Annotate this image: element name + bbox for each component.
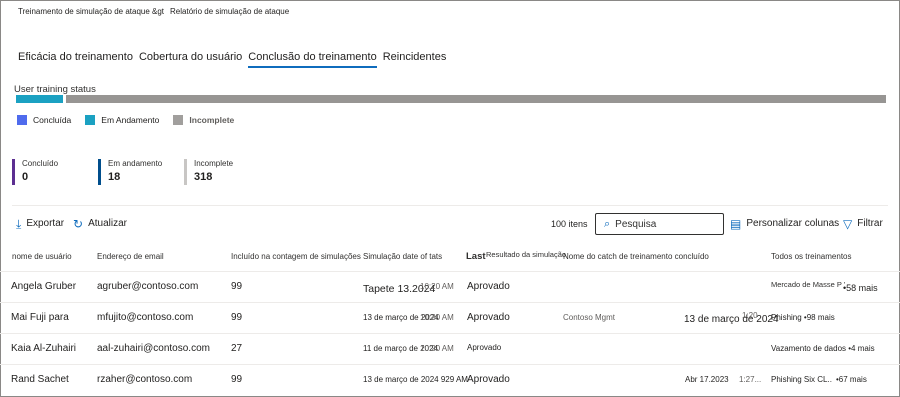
toolbar: ⤓ Exportar ↻ Atualizar 100 itens ⌕ Pesqu… — [0, 212, 900, 238]
cell-email: rzaher@contoso.com — [97, 374, 193, 385]
stat-label: Incomplete — [194, 159, 234, 168]
cell-result: Aprovado — [467, 281, 510, 292]
tab-user-coverage[interactable]: Cobertura do usuário — [139, 51, 242, 68]
customize-columns-label: Personalizar colunas — [746, 218, 840, 229]
stat-value: 18 — [108, 171, 121, 183]
column-header-result[interactable]: Resultado da simulação — [486, 250, 566, 259]
table-row[interactable]: Rand Sachet rzaher@contoso.com 99 13 de … — [0, 364, 900, 394]
cell-email: mfujito@contoso.com — [97, 312, 194, 323]
cell-simulation-date: 13 de março de 2024 929 AM — [363, 375, 468, 384]
stat-in-progress: Em andamento 18 — [98, 159, 170, 185]
cell-completed-date: 13 de março de 2024 — [684, 314, 779, 325]
bar-segment-incomplete — [66, 95, 886, 103]
legend-item-incomplete[interactable]: Incomplete — [173, 115, 234, 125]
legend-label: Em Andamento — [101, 115, 160, 125]
cell-simulation-time: 10:20 AM — [420, 344, 454, 353]
table-row[interactable]: Angela Gruber agruber@contoso.com 99 Tap… — [0, 271, 900, 301]
cell-result: Aprovado — [467, 312, 510, 323]
divider — [12, 205, 888, 206]
columns-icon: ▤ — [730, 216, 742, 231]
status-summary: Concluído 0 Em andamento 18 Incomplete 3… — [12, 159, 268, 185]
customize-columns-button[interactable]: ▤ Personalizar colunas — [730, 216, 840, 231]
breadcrumb-current: Relatório de simulação de ataque — [170, 7, 290, 16]
section-title: User training status — [14, 84, 96, 95]
search-input[interactable]: ⌕ Pesquisa — [595, 213, 724, 235]
legend-swatch — [85, 115, 96, 125]
table-header: nome de usuário Endereço de email Incluí… — [0, 248, 900, 270]
tab-training-efficacy[interactable]: Eficácia do treinamento — [18, 51, 133, 68]
stat-completed: Concluído 0 — [12, 159, 84, 185]
stat-label: Concluído — [22, 159, 59, 168]
cell-completed-time: 1:27... — [739, 375, 762, 384]
bar-segment-in-progress — [16, 95, 63, 103]
download-icon: ⤓ — [16, 216, 22, 231]
cell-all-trainings: Phishing •98 mais — [771, 313, 835, 322]
stat-label: Em andamento — [108, 159, 163, 168]
table-row[interactable]: Kaia Al-Zuhairi aal-zuhairi@contoso.com … — [0, 333, 900, 363]
cell-email: aal-zuhairi@contoso.com — [97, 343, 210, 354]
item-count: 100 itens — [551, 219, 588, 229]
breadcrumb-parent[interactable]: Treinamento de simulação de ataque &gt — [18, 7, 164, 16]
cell-included: 27 — [231, 343, 243, 354]
tab-training-completion[interactable]: Conclusão do treinamento — [248, 51, 378, 68]
cell-completed-time: 1:20 — [742, 311, 758, 320]
cell-included: 99 — [231, 281, 243, 292]
refresh-button[interactable]: ↻ Atualizar — [73, 216, 127, 231]
legend-item-completed[interactable]: Concluída — [17, 115, 71, 125]
cell-all-trainings: Vazamento de dados •4 mais — [771, 344, 875, 353]
column-header-training[interactable]: Nome do catch de treinamento concluído — [563, 252, 709, 261]
column-header-email[interactable]: Endereço de email — [97, 252, 164, 261]
cell-result: Aprovado — [467, 374, 510, 385]
tab-repeat-offenders[interactable]: Reincidentes — [383, 51, 447, 68]
report-tabs: Eficácia do treinamento Cobertura do usu… — [18, 51, 452, 68]
legend-item-in-progress[interactable]: Em Andamento — [85, 115, 159, 125]
legend-label: Incomplete — [189, 115, 235, 125]
cell-all-trainings: Mercado de Masse P ' — [771, 280, 846, 289]
training-status-bar — [16, 95, 886, 103]
cell-name: Angela Gruber — [11, 281, 77, 292]
cell-training-name: Contoso Mgmt — [563, 313, 616, 322]
cell-result: Aprovado — [467, 343, 502, 352]
cell-more-link[interactable]: •67 mais — [836, 375, 867, 384]
column-header-simulation-date[interactable]: Simulação date of tats — [363, 252, 442, 261]
refresh-icon: ↻ — [73, 216, 84, 231]
stat-incomplete: Incomplete 318 — [184, 159, 254, 185]
table-row[interactable]: Mai Fuji para mfujito@contoso.com 99 13 … — [0, 302, 900, 332]
cell-completed-date: Abr 17.2023 — [685, 375, 729, 384]
cell-simulation-time: 10:20 AM — [420, 313, 454, 322]
filter-icon: ▽ — [843, 216, 853, 231]
cell-email: agruber@contoso.com — [97, 281, 199, 292]
cell-more-link[interactable]: •58 mais — [843, 283, 878, 293]
status-legend: Concluída Em Andamento Incomplete — [17, 115, 248, 125]
legend-swatch — [17, 115, 27, 125]
cell-name: Rand Sachet — [11, 374, 69, 385]
search-icon: ⌕ — [604, 217, 611, 230]
cell-name: Mai Fuji para — [11, 312, 69, 323]
stat-value: 0 — [22, 171, 29, 183]
cell-all-trainings: Phishing Six CL.. — [771, 375, 832, 384]
column-header-last[interactable]: Last — [466, 251, 486, 262]
column-header-included[interactable]: Incluído na contagem de simulações — [231, 252, 361, 261]
filter-button[interactable]: ▽ Filtrar — [843, 216, 883, 231]
legend-label: Concluída — [33, 115, 72, 125]
export-label: Exportar — [26, 218, 65, 229]
cell-simulation-time: 10:20 AM — [420, 282, 454, 291]
search-placeholder: Pesquisa — [615, 218, 657, 230]
export-button[interactable]: ⤓ Exportar — [16, 216, 65, 231]
column-header-all-trainings[interactable]: Todos os treinamentos — [771, 252, 852, 261]
cell-included: 99 — [231, 374, 243, 385]
refresh-label: Atualizar — [88, 218, 127, 229]
stat-value: 318 — [194, 171, 213, 183]
filter-label: Filtrar — [857, 218, 883, 229]
legend-swatch — [173, 115, 184, 125]
breadcrumb: Treinamento de simulação de ataque &gt R… — [18, 7, 289, 16]
cell-name: Kaia Al-Zuhairi — [11, 343, 77, 354]
cell-included: 99 — [231, 312, 243, 323]
column-header-name[interactable]: nome de usuário — [12, 252, 72, 261]
